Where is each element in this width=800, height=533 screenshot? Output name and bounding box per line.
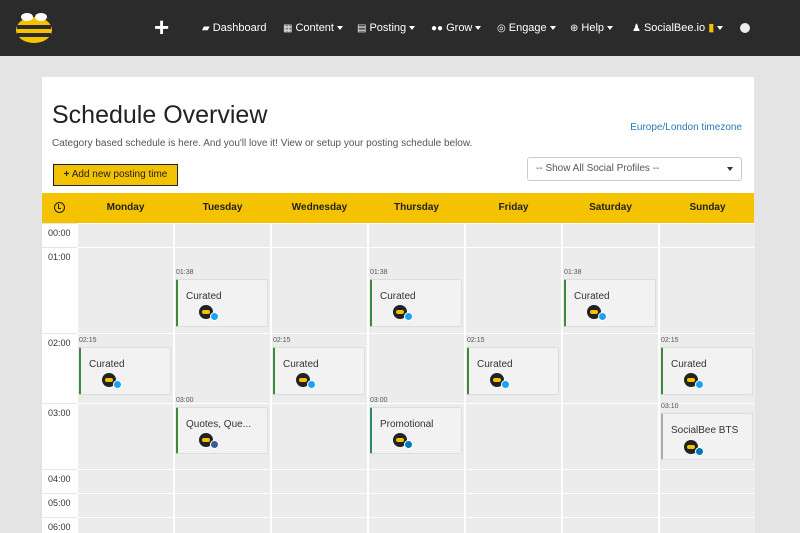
day-header-wednesday: Wednesday <box>291 202 348 213</box>
scheduled-post-card[interactable]: SocialBee BTS <box>661 413 753 460</box>
plus-icon: + <box>63 169 70 180</box>
twitter-icon <box>501 380 510 389</box>
hour-label: 04:00 <box>42 469 77 493</box>
page-title: Schedule Overview <box>52 101 268 129</box>
post-category-label: Curated <box>283 359 319 370</box>
scheduled-post-card[interactable]: Curated <box>370 279 462 327</box>
twitter-icon <box>404 312 413 321</box>
clock-icon <box>54 202 65 213</box>
scheduled-post-card[interactable]: Curated <box>467 347 559 395</box>
hour-label: 06:00 <box>42 517 77 533</box>
dashboard-icon: ▰ <box>202 23 210 34</box>
linkedin-icon <box>404 440 413 449</box>
post-time: 02:15 <box>467 337 485 344</box>
post-time: 01:38 <box>176 269 194 276</box>
twitter-icon <box>113 380 122 389</box>
post-category-label: Curated <box>671 359 707 370</box>
hour-divider <box>77 247 754 248</box>
scheduled-post-card[interactable]: Curated <box>176 279 268 327</box>
chevron-down-icon <box>727 167 733 171</box>
post-category-label: Curated <box>89 359 125 370</box>
user-icon: ♟ <box>632 23 641 34</box>
socialbee-logo[interactable] <box>12 10 56 46</box>
status-dot-icon[interactable] <box>740 23 750 33</box>
post-time: 02:15 <box>273 337 291 344</box>
scheduled-post-card[interactable]: Curated <box>273 347 365 395</box>
scheduled-post-card[interactable]: Promotional <box>370 407 462 454</box>
days-header: Monday Tuesday Wednesday Thursday Friday Satu… <box>42 193 754 223</box>
day-header-friday: Friday <box>498 202 529 213</box>
twitter-icon <box>210 312 219 321</box>
day-header-sunday: Sunday <box>689 202 726 213</box>
post-category-label: Curated <box>477 359 513 370</box>
post-time: 03:00 <box>370 397 388 404</box>
twitter-icon <box>307 380 316 389</box>
nav-posting[interactable]: ▤ Posting <box>357 21 416 36</box>
engage-icon: ◎ <box>497 23 506 34</box>
users-icon: ●● <box>431 23 444 34</box>
twitter-icon <box>695 380 704 389</box>
day-header-thursday: Thursday <box>393 202 439 213</box>
hour-label: 00:00 <box>42 223 77 247</box>
profile-select[interactable]: -- Show All Social Profiles -- <box>527 157 742 181</box>
hour-label: 05:00 <box>42 493 77 517</box>
chevron-down-icon <box>475 26 482 31</box>
calendar-icon: ▤ <box>357 23 367 34</box>
scheduled-post-card[interactable]: Quotes, Que... <box>176 407 268 454</box>
linkedin-icon <box>695 447 704 456</box>
schedule-grid: 00:00 01:00 02:00 03:00 04:00 05:00 06:00 01:38… <box>42 223 755 533</box>
timezone-link[interactable]: Europe/London timezone <box>630 122 742 133</box>
hour-divider <box>77 333 754 334</box>
post-time: 01:38 <box>370 269 388 276</box>
scheduled-post-card[interactable]: Curated <box>661 347 753 395</box>
bee-icon: ▮ <box>708 22 715 34</box>
help-icon: ⊕ <box>570 23 579 34</box>
scheduled-post-card[interactable]: Curated <box>79 347 171 395</box>
schedule-panel: Schedule Overview Category based schedul… <box>42 77 755 533</box>
post-category-label: Promotional <box>380 419 434 430</box>
day-header-tuesday: Tuesday <box>202 202 243 213</box>
hour-label: 03:00 <box>42 403 77 469</box>
hour-label: 01:00 <box>42 247 77 333</box>
chevron-down-icon <box>336 26 343 31</box>
hour-divider <box>77 493 754 494</box>
chevron-down-icon <box>409 26 416 31</box>
nav-help[interactable]: ⊕ Help <box>570 21 614 36</box>
content-icon: ▦ <box>283 23 293 34</box>
add-posting-time-button[interactable]: + Add new posting time <box>53 164 178 186</box>
nav-grow[interactable]: ●● Grow <box>431 21 482 36</box>
hour-divider <box>77 223 754 224</box>
post-category-label: Curated <box>186 291 222 302</box>
chevron-down-icon <box>717 26 724 31</box>
post-time: 03:10 <box>661 403 679 410</box>
scheduled-post-card[interactable]: Curated <box>564 279 656 327</box>
post-time: 01:38 <box>564 269 582 276</box>
post-time: 02:15 <box>661 337 679 344</box>
facebook-icon <box>210 440 219 449</box>
post-category-label: Quotes, Que... <box>186 419 252 430</box>
nav-account[interactable]: ♟ SocialBee.io ▮ <box>632 21 724 36</box>
day-header-saturday: Saturday <box>589 202 632 213</box>
hour-label: 02:00 <box>42 333 77 403</box>
post-category-label: SocialBee BTS <box>671 425 739 436</box>
top-navbar: + ▰ Dashboard ▦ Content ▤ Posting ●● Grow ◎ E… <box>0 0 800 56</box>
hour-divider <box>77 517 754 518</box>
chevron-down-icon <box>549 26 556 31</box>
nav-engage[interactable]: ◎ Engage <box>497 21 556 36</box>
post-category-label: Curated <box>574 291 610 302</box>
nav-content[interactable]: ▦ Content <box>283 21 343 36</box>
twitter-icon <box>598 312 607 321</box>
page-subtitle: Category based schedule is here. And you… <box>52 138 473 149</box>
chevron-down-icon <box>607 26 614 31</box>
post-time: 02:15 <box>79 337 97 344</box>
day-header-monday: Monday <box>106 202 145 213</box>
post-category-label: Curated <box>380 291 416 302</box>
hour-divider <box>77 469 754 470</box>
post-time: 03:00 <box>176 397 194 404</box>
add-icon[interactable]: + <box>154 13 169 41</box>
nav-dashboard[interactable]: ▰ Dashboard <box>202 21 267 36</box>
